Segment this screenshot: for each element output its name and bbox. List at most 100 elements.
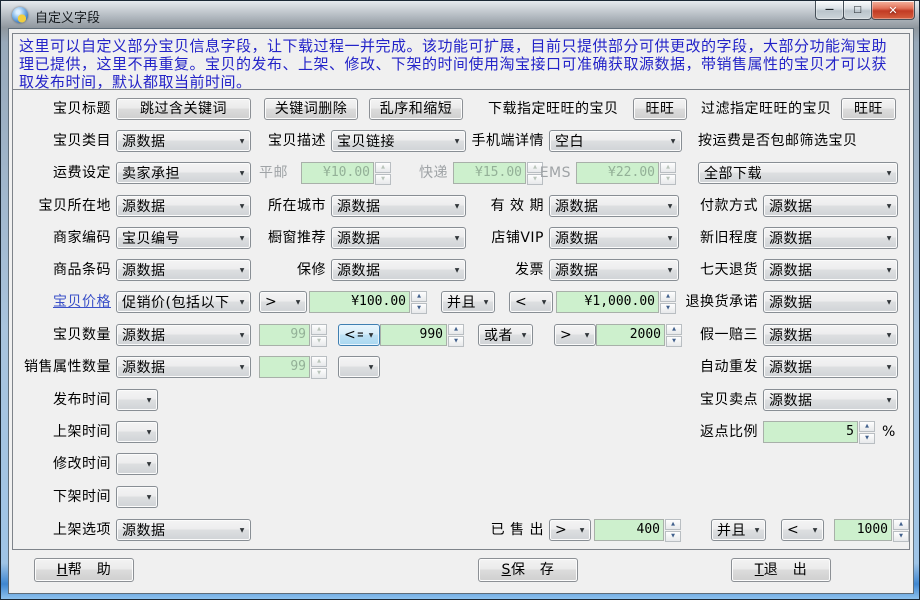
seller-code-dropdown[interactable]: 宝贝编号▼ <box>116 227 251 249</box>
sell-point-dropdown[interactable]: 源数据▼ <box>763 389 898 411</box>
label-return-promise: 退换货承诺 <box>668 291 758 313</box>
label-sales-attr-qty: 销售属性数量 <box>11 356 111 378</box>
seven-day-return-dropdown[interactable]: 源数据▼ <box>763 259 898 281</box>
wangwang-download-button[interactable]: 旺旺 <box>633 98 687 120</box>
spinner-value[interactable]: 5 <box>763 421 858 443</box>
fake-one-pay-three-dropdown[interactable]: 源数据▼ <box>763 324 898 346</box>
price-link[interactable]: 宝贝价格 <box>21 291 111 313</box>
spin-down-icon[interactable]: ▼ <box>411 303 427 314</box>
payment-dropdown[interactable]: 源数据▼ <box>763 195 898 217</box>
chevron-down-icon: ▼ <box>234 332 250 339</box>
offshelf-time-dropdown[interactable]: ▼ <box>116 486 158 508</box>
chevron-down-icon: ▼ <box>141 461 157 468</box>
spinner-value[interactable]: 2000 <box>596 324 665 346</box>
label-baobei-desc: 宝贝描述 <box>236 130 326 152</box>
save-button[interactable]: S保 存 <box>478 558 578 582</box>
barcode-dropdown[interactable]: 源数据▼ <box>116 259 251 281</box>
city-dropdown[interactable]: 源数据▼ <box>331 195 466 217</box>
dropdown-value: > <box>550 522 574 538</box>
label-quantity: 宝贝数量 <box>21 324 111 346</box>
dropdown-value: 源数据 <box>764 196 881 216</box>
return-promise-dropdown[interactable]: 源数据▼ <box>763 291 898 313</box>
mobile-detail-dropdown[interactable]: 空白▼ <box>549 130 682 152</box>
chevron-down-icon: ▼ <box>234 527 250 534</box>
dropdown-value: 促销价(包括以下 <box>117 292 234 312</box>
skip-keyword-button[interactable]: 跳过含关键词 <box>116 98 251 120</box>
dropdown-value: 源数据 <box>117 520 234 540</box>
spin-down-icon[interactable]: ▼ <box>893 531 909 542</box>
exit-button[interactable]: T退 出 <box>731 558 831 582</box>
price-type-dropdown[interactable]: 促销价(包括以下▼ <box>116 291 251 313</box>
publish-time-dropdown[interactable]: ▼ <box>116 389 158 411</box>
sold-op1-dropdown[interactable]: >▼ <box>549 519 591 541</box>
invoice-dropdown[interactable]: 源数据▼ <box>549 259 679 281</box>
dropdown-value: > <box>260 294 290 310</box>
sales-attr-op-dropdown[interactable]: ▼ <box>338 356 380 378</box>
price-join-dropdown[interactable]: 并且▼ <box>441 291 495 313</box>
min-price-spinner: ¥100.00▲▼ <box>309 291 427 313</box>
shelf-option-dropdown[interactable]: 源数据▼ <box>116 519 251 541</box>
spin-up-icon[interactable]: ▲ <box>665 519 681 530</box>
label-seven-day-return: 七天退货 <box>668 259 758 281</box>
help-button[interactable]: H帮 助 <box>34 558 134 582</box>
maximize-button[interactable]: □ <box>843 1 872 20</box>
chevron-down-icon: ▼ <box>234 364 250 371</box>
warranty-dropdown[interactable]: 源数据▼ <box>331 259 466 281</box>
chevron-down-icon: ▼ <box>881 267 897 274</box>
label-payment: 付款方式 <box>668 195 758 217</box>
dropdown-value: 源数据 <box>764 292 881 312</box>
price-op1-dropdown[interactable]: >▼ <box>259 291 307 313</box>
shop-vip-dropdown[interactable]: 源数据▼ <box>549 227 679 249</box>
sold-join-dropdown[interactable]: 并且▼ <box>711 519 766 541</box>
window-rec-dropdown[interactable]: 源数据▼ <box>331 227 466 249</box>
spinner-buttons: ▲▼ <box>859 421 875 443</box>
location-dropdown[interactable]: 源数据▼ <box>116 195 251 217</box>
spin-up-icon[interactable]: ▲ <box>411 291 427 302</box>
modify-time-dropdown[interactable]: ▼ <box>116 453 158 475</box>
validity-dropdown[interactable]: 源数据▼ <box>549 195 679 217</box>
spin-down-icon[interactable]: ▼ <box>665 531 681 542</box>
label-express: 快递 <box>388 162 448 184</box>
category-dropdown[interactable]: 源数据▼ <box>116 130 251 152</box>
spinner-buttons: ▲▼ <box>311 324 327 346</box>
shelf-time-dropdown[interactable]: ▼ <box>116 421 158 443</box>
minimize-button[interactable]: — <box>815 1 844 20</box>
close-button[interactable]: ✕ <box>871 1 915 20</box>
baobei-desc-dropdown[interactable]: 宝贝链接▼ <box>331 130 466 152</box>
spinner-value[interactable]: ¥100.00 <box>309 291 410 313</box>
chevron-down-icon: ▼ <box>574 527 590 534</box>
chevron-down-icon: ▼ <box>807 527 823 534</box>
sales-attr-source-dropdown[interactable]: 源数据▼ <box>116 356 251 378</box>
quantity-op1-dropdown[interactable]: <=▼ <box>338 324 380 346</box>
chevron-down-icon: ▼ <box>536 299 552 306</box>
spinner-value[interactable]: 990 <box>380 324 447 346</box>
dropdown-value: 或者 <box>479 325 516 345</box>
sold-v1-spinner: 400▲▼ <box>594 519 681 541</box>
spin-up-icon[interactable]: ▲ <box>448 324 464 335</box>
chevron-down-icon: ▼ <box>881 299 897 306</box>
download-scope-dropdown[interactable]: 全部下载▼ <box>698 162 898 184</box>
chevron-down-icon: ▼ <box>881 203 897 210</box>
chevron-down-icon: ▼ <box>141 494 157 501</box>
chevron-down-icon: ▼ <box>881 364 897 371</box>
keyword-delete-button[interactable]: 关键词删除 <box>264 98 358 120</box>
auto-resend-dropdown[interactable]: 源数据▼ <box>763 356 898 378</box>
wangwang-filter-button[interactable]: 旺旺 <box>841 98 896 120</box>
shuffle-shorten-button[interactable]: 乱序和缩短 <box>369 98 463 120</box>
condition-dropdown[interactable]: 源数据▼ <box>763 227 898 249</box>
sold-op2-dropdown[interactable]: <▼ <box>781 519 824 541</box>
quantity-source-dropdown[interactable]: 源数据▼ <box>116 324 251 346</box>
spinner-buttons: ▲▼ <box>448 324 464 346</box>
spinner-value[interactable]: 400 <box>594 519 664 541</box>
spin-down-icon[interactable]: ▼ <box>859 433 875 444</box>
spinner-value[interactable]: ¥1,000.00 <box>556 291 659 313</box>
label-category: 宝贝类目 <box>21 130 111 152</box>
quantity-join-dropdown[interactable]: 或者▼ <box>478 324 533 346</box>
spin-down-icon[interactable]: ▼ <box>448 336 464 347</box>
price-op2-dropdown[interactable]: <▼ <box>509 291 553 313</box>
spinner-value[interactable]: 1000 <box>834 519 892 541</box>
label-location: 宝贝所在地 <box>21 195 111 217</box>
spin-up-icon[interactable]: ▲ <box>859 421 875 432</box>
quantity-op2-dropdown[interactable]: >▼ <box>554 324 596 346</box>
spin-up-icon[interactable]: ▲ <box>893 519 909 530</box>
